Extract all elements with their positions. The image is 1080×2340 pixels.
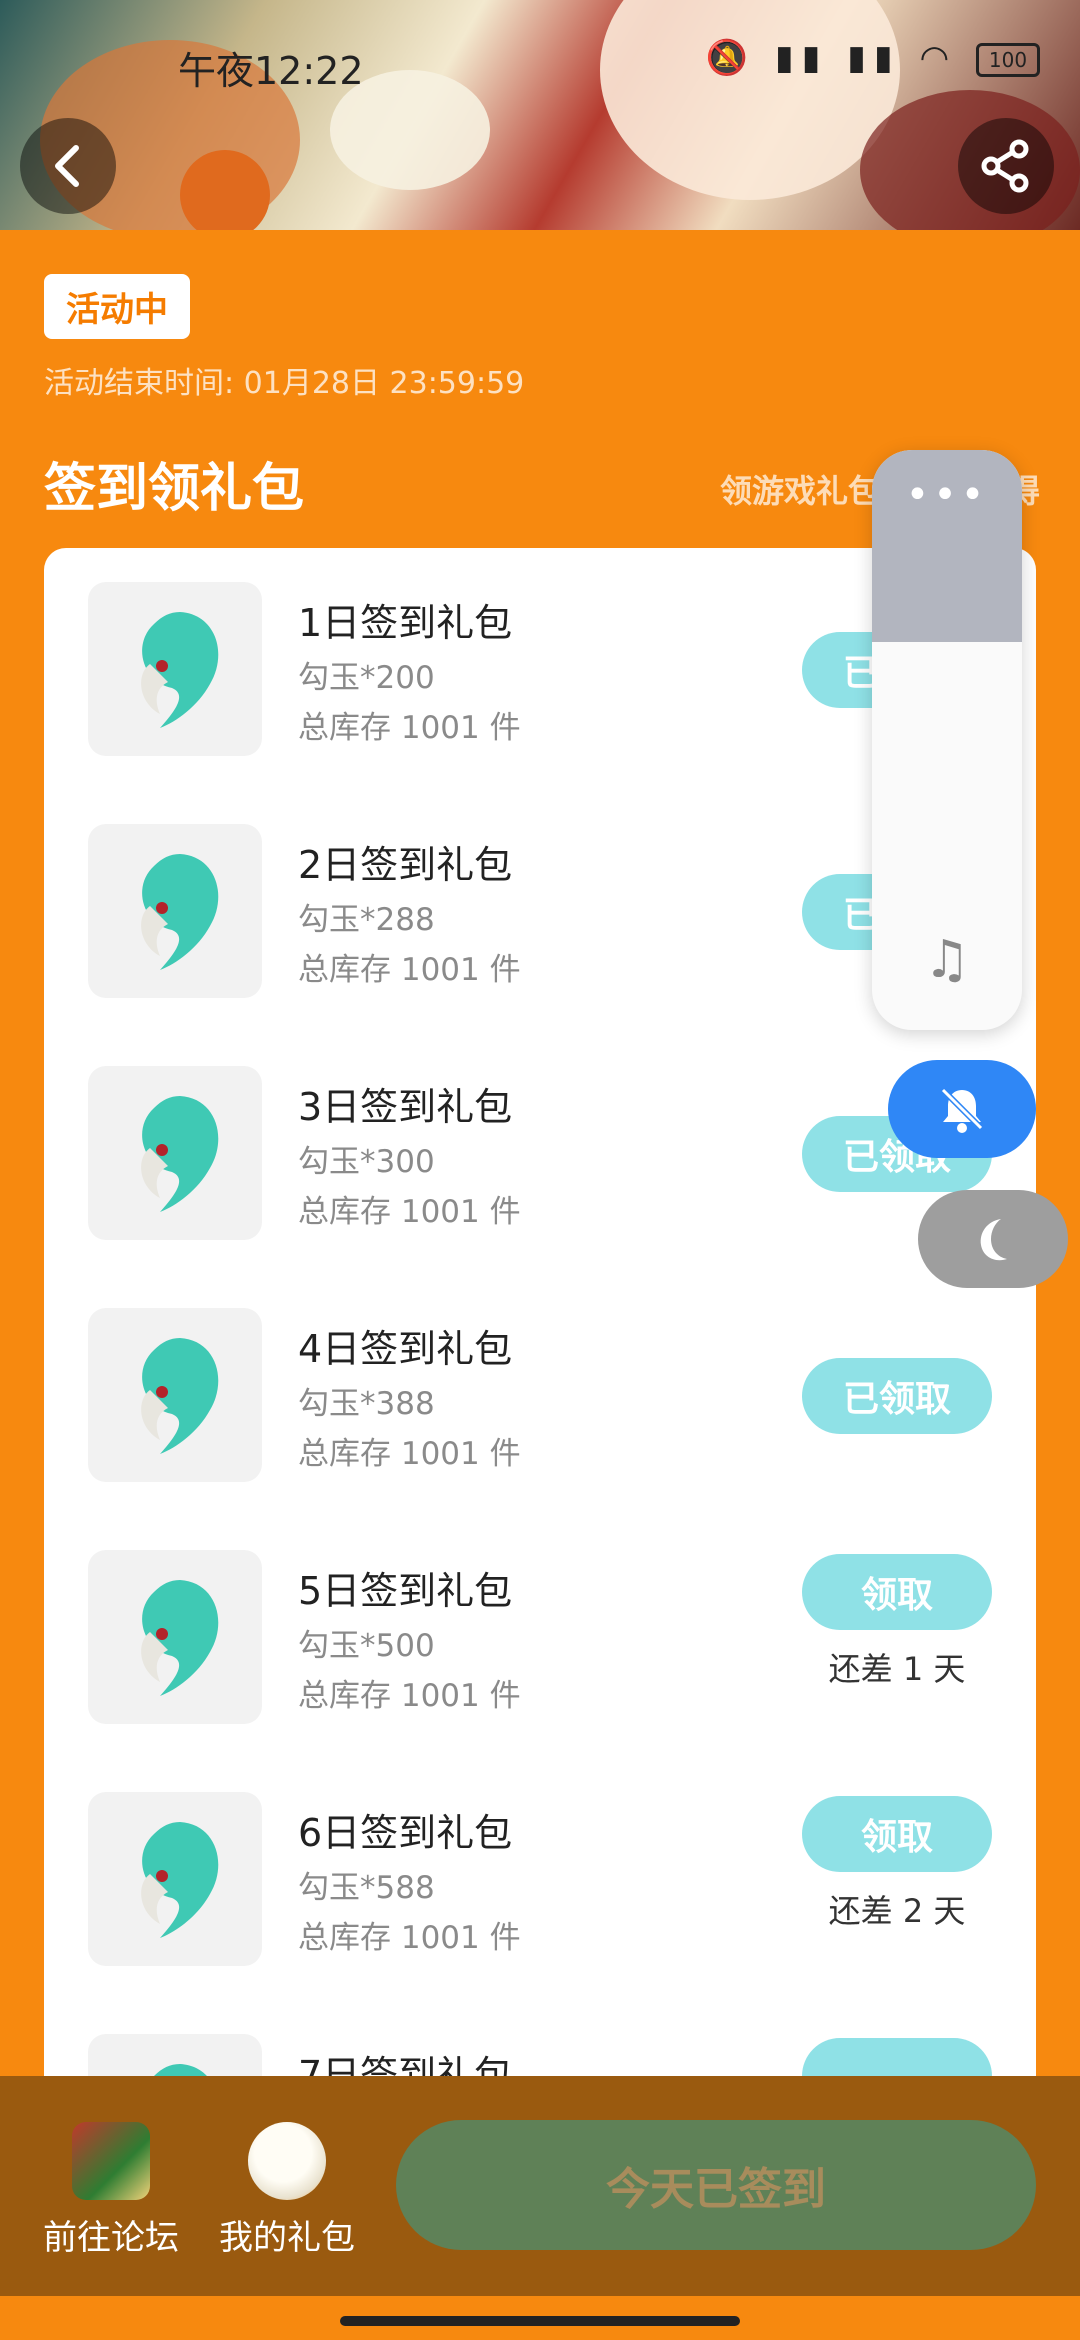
- gift-row: 6日签到礼包 勾玉*588 总库存 1001 件 领取 还差 2 天: [44, 1758, 1036, 2000]
- gift-title: 1日签到礼包: [298, 601, 513, 645]
- my-gifts-link[interactable]: 我的礼包: [212, 2122, 362, 2259]
- header-banner: 午夜12:22 🔕 ▮▮ ▮▮ ◠ 100: [0, 0, 1080, 230]
- back-button[interactable]: [20, 118, 116, 214]
- my-gifts-label: 我的礼包: [219, 2218, 355, 2258]
- days-remaining: 还差 1 天: [828, 1650, 966, 1688]
- wifi-icon: ◠: [919, 38, 958, 78]
- gift-reward: 勾玉*200: [298, 660, 435, 696]
- gift-stock: 总库存 1001 件: [298, 710, 521, 746]
- gift-title: 5日签到礼包: [298, 1569, 513, 1613]
- gift-title: 4日签到礼包: [298, 1327, 513, 1371]
- forum-link[interactable]: 前往论坛: [36, 2122, 186, 2259]
- signal-icon: ▮▮: [847, 38, 901, 78]
- gift-stock: 总库存 1001 件: [298, 1920, 521, 1956]
- gift-row: 5日签到礼包 勾玉*500 总库存 1001 件 领取 还差 1 天: [44, 1516, 1036, 1758]
- days-remaining: 还差 2 天: [828, 1892, 966, 1930]
- claimed-button[interactable]: 已领取: [802, 1358, 992, 1434]
- status-bar: 午夜12:22 🔕 ▮▮ ▮▮ ◠ 100: [0, 0, 1080, 120]
- magatama-icon: [141, 854, 219, 970]
- banner-decoration: [180, 150, 270, 230]
- gift-bag-icon: [248, 2122, 326, 2200]
- moon-icon: [980, 1219, 1007, 1261]
- gift-stock: 总库存 1001 件: [298, 952, 521, 988]
- gift-thumbnail: [88, 582, 262, 756]
- gift-title: 7日签到礼包: [298, 2053, 513, 2078]
- gift-reward: 勾玉*500: [298, 1628, 435, 1664]
- gift-title: 3日签到礼包: [298, 1085, 513, 1129]
- gift-thumbnail: [88, 1792, 262, 1966]
- magatama-icon: [141, 1580, 219, 1696]
- chevron-left-icon: [55, 145, 79, 187]
- home-indicator[interactable]: [340, 2316, 740, 2326]
- claim-button[interactable]: [802, 2038, 992, 2078]
- gift-thumbnail: [88, 1066, 262, 1240]
- volume-panel[interactable]: ••• ♫: [872, 450, 1022, 1030]
- claim-button[interactable]: 领取: [802, 1554, 992, 1630]
- forum-game-icon: [72, 2122, 150, 2200]
- gift-reward: 勾玉*388: [298, 1386, 435, 1422]
- claim-button[interactable]: 领取: [802, 1796, 992, 1872]
- magatama-icon: [141, 612, 219, 728]
- share-button[interactable]: [958, 118, 1054, 214]
- music-note-icon[interactable]: ♫: [872, 930, 1022, 990]
- gift-title: 2日签到礼包: [298, 843, 513, 887]
- magatama-icon: [152, 2064, 209, 2078]
- mute-status-icon: 🔕: [705, 38, 757, 78]
- more-icon[interactable]: •••: [872, 472, 1022, 518]
- bottom-bar: 前往论坛 我的礼包 今天已签到: [0, 2076, 1080, 2296]
- gift-row: 4日签到礼包 勾玉*388 总库存 1001 件 已领取: [44, 1274, 1036, 1516]
- magatama-icon: [141, 1338, 219, 1454]
- gift-reward: 勾玉*300: [298, 1144, 435, 1180]
- gift-stock: 总库存 1001 件: [298, 1436, 521, 1472]
- signal-icon: ▮▮: [775, 38, 829, 78]
- checked-in-button[interactable]: 今天已签到: [396, 2120, 1036, 2250]
- bell-off-icon: [940, 1087, 984, 1133]
- gift-stock: 总库存 1001 件: [298, 1678, 521, 1714]
- forum-label: 前往论坛: [43, 2218, 179, 2258]
- activity-status-badge: 活动中: [44, 274, 190, 339]
- gift-stock: 总库存 1001 件: [298, 1194, 521, 1230]
- mute-toggle[interactable]: [888, 1060, 1036, 1158]
- section-title: 签到领礼包: [44, 459, 305, 519]
- status-time: 午夜12:22: [178, 49, 364, 93]
- dark-mode-toggle[interactable]: [918, 1190, 1068, 1288]
- gift-row: 7日签到礼包: [44, 2000, 1036, 2078]
- gift-row: 3日签到礼包 勾玉*300 总库存 1001 件 已领取: [44, 1032, 1036, 1274]
- gift-thumbnail: [88, 1308, 262, 1482]
- battery-icon: 100: [976, 42, 1040, 77]
- activity-end-time: 活动结束时间: 01月28日 23:59:59: [44, 366, 525, 401]
- status-icons: 🔕 ▮▮ ▮▮ ◠ 100: [706, 38, 1040, 78]
- gift-reward: 勾玉*288: [298, 902, 435, 938]
- magatama-icon: [141, 1096, 219, 1212]
- gift-thumbnail: [88, 1550, 262, 1724]
- gift-thumbnail: [88, 2034, 262, 2078]
- gift-thumbnail: [88, 824, 262, 998]
- gift-reward: 勾玉*588: [298, 1870, 435, 1906]
- gift-title: 6日签到礼包: [298, 1811, 513, 1855]
- magatama-icon: [141, 1822, 219, 1938]
- share-icon: [981, 139, 1029, 193]
